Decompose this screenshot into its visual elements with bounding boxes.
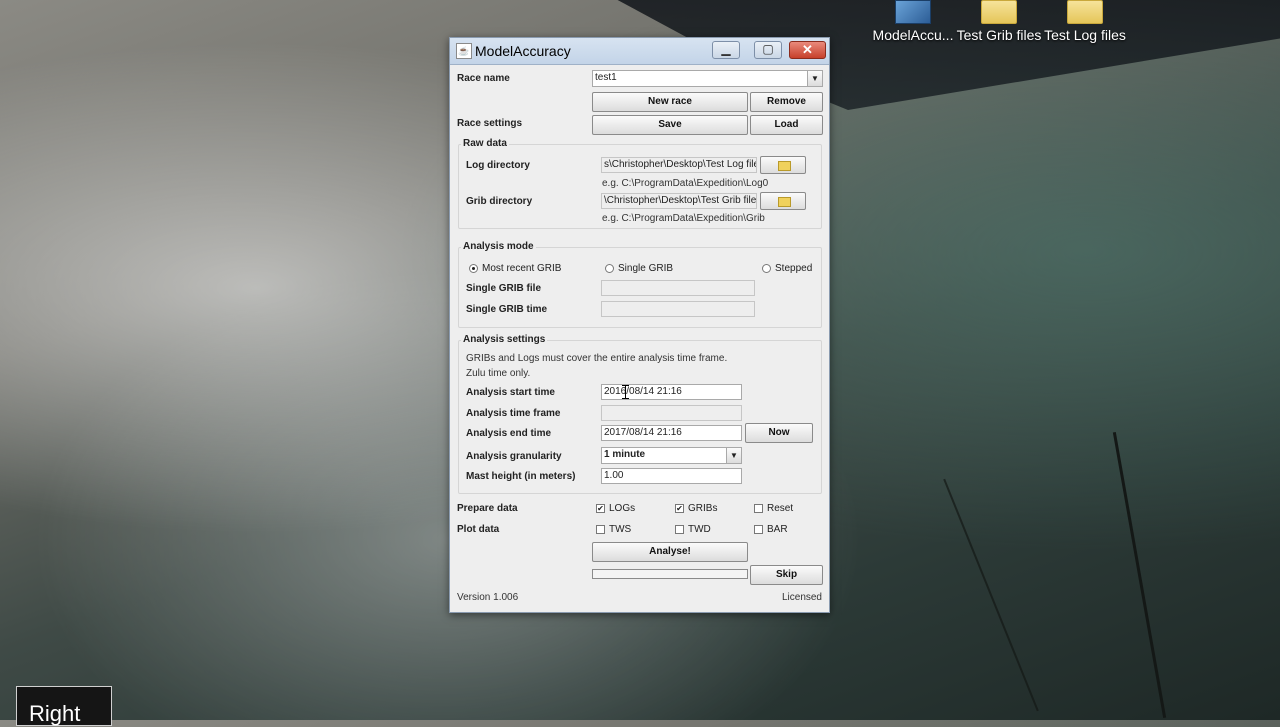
log-directory-label: Log directory xyxy=(466,160,530,171)
desktop-icon-label: Test Grib files xyxy=(956,27,1042,43)
granularity-value: 1 minute xyxy=(604,449,646,460)
single-grib-label[interactable]: Single GRIB xyxy=(618,263,673,274)
analysis-progress-bar xyxy=(592,569,748,579)
analysis-mode-title: Analysis mode xyxy=(461,241,536,252)
radio-most-recent-grib[interactable] xyxy=(469,264,478,273)
title-bar[interactable]: ☕ ModelAccuracy ▁ ▢ ✕ xyxy=(450,38,829,65)
granularity-label: Analysis granularity xyxy=(466,451,562,462)
text-cursor-icon xyxy=(622,385,629,399)
corner-caption: Right xyxy=(16,686,112,726)
remove-button[interactable]: Remove xyxy=(750,92,823,112)
analyse-button[interactable]: Analyse! xyxy=(592,542,748,562)
tws-checkbox[interactable] xyxy=(596,525,605,534)
tws-label[interactable]: TWS xyxy=(609,524,631,535)
log-directory-field[interactable]: s\Christopher\Desktop\Test Log files xyxy=(601,157,757,173)
mast-height-input[interactable]: 1.00 xyxy=(601,468,742,484)
maximize-button[interactable]: ▢ xyxy=(754,41,782,59)
window-title: ModelAccuracy xyxy=(475,43,571,59)
mast-height-label: Mast height (in meters) xyxy=(466,471,576,482)
race-settings-label: Race settings xyxy=(457,118,523,129)
logs-label[interactable]: LOGs xyxy=(609,503,635,514)
close-button[interactable]: ✕ xyxy=(789,41,826,59)
race-name-select[interactable]: test1 ▼ xyxy=(592,70,823,87)
end-time-input[interactable]: 2017/08/14 21:16 xyxy=(601,425,742,441)
desktop-icon-label: Test Log files xyxy=(1044,27,1126,43)
grib-directory-field[interactable]: \Christopher\Desktop\Test Grib files xyxy=(601,193,757,209)
most-recent-grib-label[interactable]: Most recent GRIB xyxy=(482,263,561,274)
reset-checkbox[interactable] xyxy=(754,504,763,513)
coverage-note: GRIBs and Logs must cover the entire ana… xyxy=(466,353,728,364)
folder-icon xyxy=(981,0,1017,24)
grib-browse-button[interactable] xyxy=(760,192,806,210)
bar-label[interactable]: BAR xyxy=(767,524,788,535)
now-button[interactable]: Now xyxy=(745,423,813,443)
background-rigging xyxy=(1112,431,1167,719)
log-browse-button[interactable] xyxy=(760,156,806,174)
reset-label[interactable]: Reset xyxy=(767,503,793,514)
single-grib-file-label: Single GRIB file xyxy=(466,283,542,294)
bar-checkbox[interactable] xyxy=(754,525,763,534)
folder-icon xyxy=(778,197,791,207)
prepare-data-label: Prepare data xyxy=(457,503,518,514)
folder-icon xyxy=(778,161,791,171)
app-shortcut-icon xyxy=(895,0,931,24)
load-button[interactable]: Load xyxy=(750,115,823,135)
minimize-button[interactable]: ▁ xyxy=(712,41,740,59)
desktop-icon-test-log-files[interactable]: Test Log files xyxy=(1040,0,1130,43)
single-grib-file-field xyxy=(601,280,755,296)
end-time-label: Analysis end time xyxy=(466,428,552,439)
granularity-select[interactable]: 1 minute ▼ xyxy=(601,447,742,464)
background-rigging xyxy=(943,478,1039,712)
stepped-label[interactable]: Stepped xyxy=(775,263,812,274)
radio-stepped[interactable] xyxy=(762,264,771,273)
save-button[interactable]: Save xyxy=(592,115,748,135)
radio-single-grib[interactable] xyxy=(605,264,614,273)
modelaccuracy-window: ☕ ModelAccuracy ▁ ▢ ✕ Race name test1 ▼ … xyxy=(449,37,830,613)
time-frame-field xyxy=(601,405,742,421)
time-frame-label: Analysis time frame xyxy=(466,408,561,419)
log-directory-hint: e.g. C:\ProgramData\Expedition\Log0 xyxy=(602,178,769,189)
logs-checkbox[interactable]: ✔ xyxy=(596,504,605,513)
raw-data-title: Raw data xyxy=(461,138,509,149)
grib-directory-hint: e.g. C:\ProgramData\Expedition\Grib xyxy=(602,213,765,224)
race-name-value: test1 xyxy=(595,72,617,83)
desktop-icon-label: ModelAccu... xyxy=(872,27,954,43)
zulu-note: Zulu time only. xyxy=(466,368,531,379)
license-status: Licensed xyxy=(781,592,822,603)
single-grib-time-field xyxy=(601,301,755,317)
folder-icon xyxy=(1067,0,1103,24)
race-name-label: Race name xyxy=(457,73,510,84)
skip-button[interactable]: Skip xyxy=(750,565,823,585)
chevron-down-icon[interactable]: ▼ xyxy=(807,71,822,86)
gribs-checkbox[interactable]: ✔ xyxy=(675,504,684,513)
version-label: Version 1.006 xyxy=(457,592,519,603)
grib-directory-label: Grib directory xyxy=(466,196,533,207)
desktop-icon-test-grib-files[interactable]: Test Grib files xyxy=(954,0,1044,43)
plot-data-label: Plot data xyxy=(457,524,500,535)
analysis-settings-title: Analysis settings xyxy=(461,334,548,345)
java-app-icon: ☕ xyxy=(456,43,472,59)
gribs-label[interactable]: GRIBs xyxy=(688,503,717,514)
single-grib-time-label: Single GRIB time xyxy=(466,304,548,315)
chevron-down-icon[interactable]: ▼ xyxy=(726,448,741,463)
twd-label[interactable]: TWD xyxy=(688,524,711,535)
start-time-label: Analysis start time xyxy=(466,387,555,398)
twd-checkbox[interactable] xyxy=(675,525,684,534)
desktop-icon-modelaccuracy[interactable]: ModelAccu... xyxy=(868,0,958,43)
new-race-button[interactable]: New race xyxy=(592,92,748,112)
